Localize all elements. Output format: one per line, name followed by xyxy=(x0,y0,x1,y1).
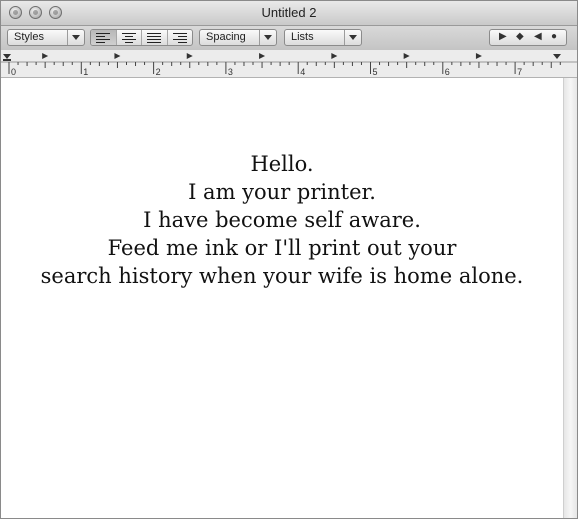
align-center-icon xyxy=(121,33,136,45)
chevron-down-icon xyxy=(67,30,84,45)
spacing-popup-label: Spacing xyxy=(206,31,246,43)
tab-stop-controls: ▶ ◆ ◀ ● xyxy=(489,29,567,46)
tab-stop-marker[interactable] xyxy=(475,53,482,59)
vertical-scrollbar[interactable] xyxy=(563,78,577,518)
tab-stop-marker[interactable] xyxy=(114,53,121,59)
align-left-button[interactable] xyxy=(91,30,117,45)
ruler-number: 0 xyxy=(11,67,16,77)
ruler-number: 3 xyxy=(228,67,233,77)
lists-popup[interactable]: Lists xyxy=(284,29,362,46)
align-right-icon xyxy=(172,33,187,45)
ruler-number: 5 xyxy=(373,67,378,77)
align-left-icon xyxy=(96,33,111,45)
tab-stop-marker[interactable] xyxy=(42,53,49,59)
text-editor-window: Untitled 2 Styles Spacing Lists ▶ ◆ ◀ ● … xyxy=(0,0,578,519)
tab-stop-marker[interactable] xyxy=(259,53,266,59)
format-toolbar: Styles Spacing Lists ▶ ◆ ◀ ● xyxy=(1,26,577,50)
align-justify-button[interactable] xyxy=(142,30,168,45)
spacing-popup[interactable]: Spacing xyxy=(199,29,277,46)
document-area[interactable]: Hello. I am your printer. I have become … xyxy=(1,78,563,518)
styles-popup[interactable]: Styles xyxy=(7,29,85,46)
text-line: Hello. xyxy=(250,152,314,176)
tab-stop-marker[interactable] xyxy=(331,53,338,59)
ruler[interactable]: 0 1 2 3 4 5 6 7 xyxy=(1,50,577,78)
tab-stop-marker[interactable] xyxy=(403,53,410,59)
tab-stop-marker[interactable] xyxy=(186,53,193,59)
right-indent-marker[interactable] xyxy=(553,54,561,59)
text-line: Feed me ink or I'll print out your xyxy=(107,236,457,260)
diamond-icon[interactable]: ◆ xyxy=(516,31,524,42)
window-title: Untitled 2 xyxy=(261,5,317,20)
chevron-down-icon xyxy=(259,30,276,45)
ruler-scale: 0 1 2 3 4 5 6 7 xyxy=(1,53,577,77)
left-arrow-icon[interactable]: ◀ xyxy=(534,31,542,42)
circle-icon[interactable]: ● xyxy=(551,31,557,42)
lists-popup-label: Lists xyxy=(291,31,314,43)
ruler-number: 2 xyxy=(156,67,161,77)
right-arrow-icon[interactable]: ▶ xyxy=(499,31,507,42)
ruler-number: 7 xyxy=(517,67,522,77)
ruler-number: 6 xyxy=(445,67,450,77)
ruler-number: 4 xyxy=(300,67,305,77)
align-justify-icon xyxy=(147,33,162,45)
align-right-button[interactable] xyxy=(168,30,193,45)
styles-popup-label: Styles xyxy=(14,31,44,43)
title-bar[interactable]: Untitled 2 xyxy=(1,1,577,26)
alignment-control xyxy=(90,29,193,46)
text-line: search history when your wife is home al… xyxy=(40,264,524,288)
ruler-number: 1 xyxy=(83,67,88,77)
left-indent-marker[interactable] xyxy=(3,59,11,61)
text-line: I am your printer. xyxy=(188,180,376,204)
text-line: I have become self aware. xyxy=(143,208,421,232)
chevron-down-icon xyxy=(344,30,361,45)
align-center-button[interactable] xyxy=(117,30,142,45)
document-text[interactable]: Hello. I am your printer. I have become … xyxy=(1,150,563,290)
first-line-indent-marker[interactable] xyxy=(3,54,11,59)
